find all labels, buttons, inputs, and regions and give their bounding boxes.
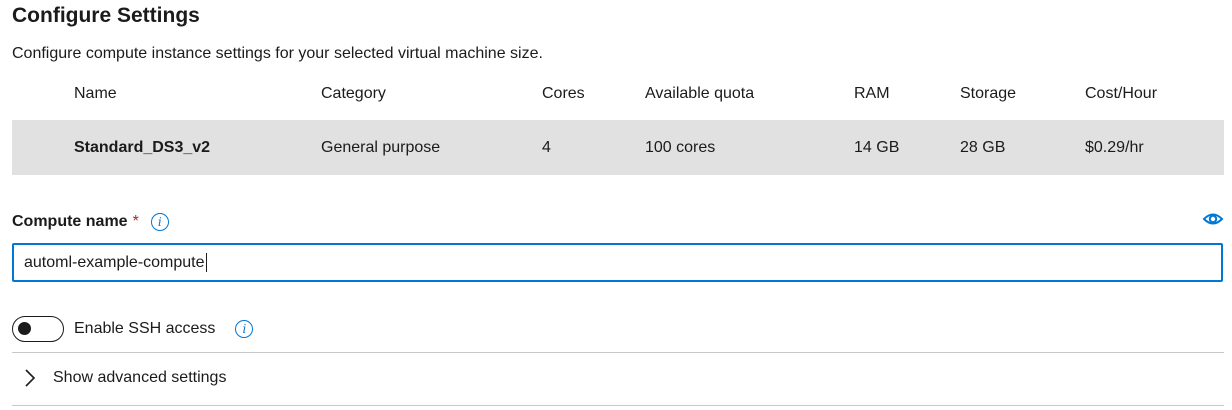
page-title: Configure Settings bbox=[12, 4, 200, 27]
show-advanced-settings-button[interactable]: Show advanced settings bbox=[24, 368, 226, 388]
ssh-toggle-label: Enable SSH access bbox=[74, 320, 216, 337]
configure-settings-panel: Configure Settings Configure compute ins… bbox=[0, 0, 1232, 410]
vm-cost-cell: $0.29/hr bbox=[1085, 138, 1144, 156]
ssh-toggle-row: Enable SSH access i bbox=[12, 316, 254, 342]
selected-vm-row[interactable]: Standard_DS3_v2 General purpose 4 100 co… bbox=[12, 120, 1224, 175]
column-header-cores: Cores bbox=[542, 85, 585, 102]
column-header-category: Category bbox=[321, 85, 386, 102]
divider bbox=[12, 352, 1224, 353]
vm-name-cell: Standard_DS3_v2 bbox=[74, 138, 211, 156]
compute-name-label: Compute name bbox=[12, 213, 128, 230]
vm-ram-cell: 14 GB bbox=[854, 138, 900, 156]
table-header-row: Name Category Cores Available quota RAM … bbox=[12, 76, 1224, 112]
column-header-name: Name bbox=[74, 85, 117, 102]
vm-storage-cell: 28 GB bbox=[960, 138, 1006, 156]
column-header-storage: Storage bbox=[960, 85, 1017, 102]
divider bbox=[12, 405, 1224, 406]
vm-category-cell: General purpose bbox=[321, 138, 441, 156]
show-advanced-settings-label: Show advanced settings bbox=[53, 369, 227, 386]
column-header-ram: RAM bbox=[854, 85, 890, 102]
info-icon[interactable]: i bbox=[150, 213, 169, 231]
column-header-cost-per-hour: Cost/Hour bbox=[1085, 85, 1158, 102]
text-caret bbox=[205, 253, 207, 272]
compute-name-input[interactable]: automl-example-compute bbox=[12, 243, 1223, 282]
eye-icon[interactable] bbox=[1202, 211, 1224, 227]
vm-quota-cell: 100 cores bbox=[645, 138, 716, 156]
info-icon[interactable]: i bbox=[235, 320, 254, 338]
column-header-available-quota: Available quota bbox=[645, 85, 755, 102]
vm-cores-cell: 4 bbox=[542, 138, 551, 156]
page-subtitle: Configure compute instance settings for … bbox=[12, 45, 543, 62]
required-asterisk: * bbox=[132, 213, 139, 230]
compute-name-value: automl-example-compute bbox=[24, 253, 205, 271]
vm-size-table: Name Category Cores Available quota RAM … bbox=[12, 76, 1224, 175]
toggle-knob bbox=[18, 322, 31, 335]
ssh-toggle[interactable] bbox=[12, 316, 64, 342]
chevron-right-icon bbox=[25, 369, 36, 387]
compute-name-label-group: Compute name * i bbox=[12, 213, 169, 231]
